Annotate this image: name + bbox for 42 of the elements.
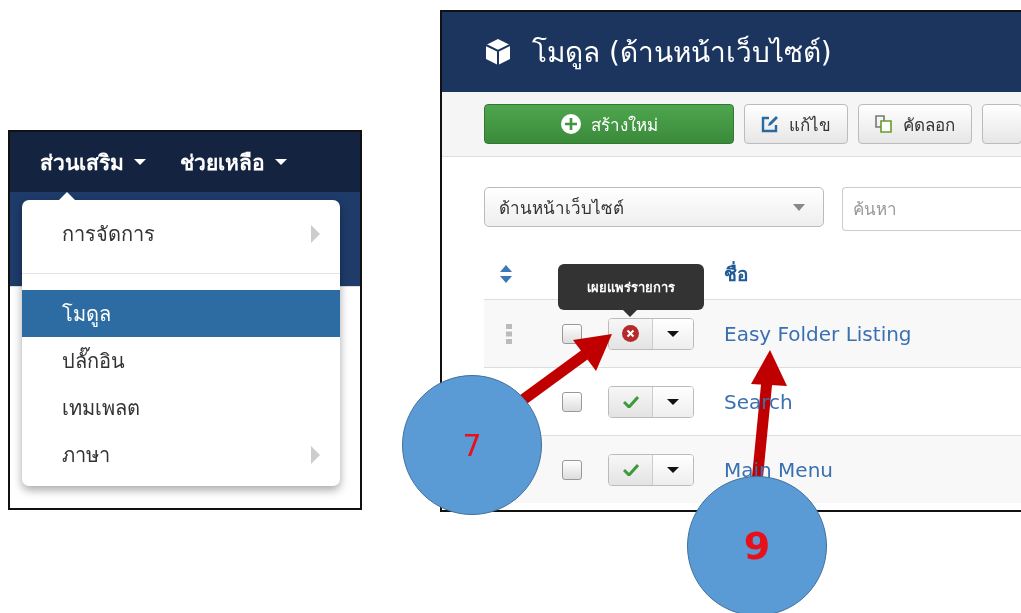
step-number-circle: 7 (402, 375, 542, 515)
menu-item[interactable]: เทมเพลต (22, 384, 340, 431)
copy-button[interactable]: คัดลอก (858, 104, 972, 144)
actions-dropdown[interactable] (653, 386, 693, 417)
check-icon (622, 395, 639, 408)
status-toggle[interactable] (609, 454, 653, 485)
column-header[interactable]: ชื่อ (724, 259, 1021, 289)
menu-item[interactable]: ภาษา (22, 431, 340, 478)
nav-menu[interactable]: ส่วนเสริม (40, 145, 146, 179)
menu-item[interactable]: ปลั๊กอิน (22, 337, 340, 384)
sort-icon[interactable] (500, 265, 512, 283)
nav-menu[interactable]: ช่วยเหลือ (180, 145, 287, 179)
caret-icon (667, 466, 679, 473)
caret-icon (667, 330, 679, 337)
client-select[interactable]: ด้านหน้าเว็บไซต์ (484, 187, 824, 227)
status-toggle[interactable] (609, 386, 653, 417)
x-circle-icon (622, 325, 639, 342)
row-checkbox[interactable] (562, 459, 582, 480)
step-number-circle: 9 (687, 476, 827, 613)
search-field[interactable]: ค้นหา (842, 187, 1021, 231)
check-icon (622, 463, 639, 476)
caret-icon (134, 159, 146, 165)
caret-icon (275, 159, 287, 165)
menu-item[interactable]: การจัดการ (22, 210, 340, 257)
row-checkbox[interactable] (562, 323, 582, 344)
tooltip: เผยแพร่รายการ (558, 264, 704, 310)
plus-circle-icon (560, 114, 581, 134)
page-title: โมดูล (ด้านหน้าเว็บไซต์) (532, 34, 832, 72)
row-checkbox[interactable] (562, 391, 582, 412)
edit-icon (761, 115, 779, 133)
cube-icon (484, 38, 512, 66)
dropdown-arrow-icon (793, 203, 805, 211)
edit-button[interactable]: แก้ไข (744, 104, 848, 144)
caret-icon (667, 398, 679, 405)
status-toggle[interactable] (609, 318, 653, 349)
drag-handle-icon[interactable] (506, 323, 512, 344)
actions-dropdown[interactable] (653, 318, 693, 349)
copy-icon (875, 115, 893, 133)
menu-item[interactable]: โมดูล (22, 290, 340, 337)
actions-dropdown[interactable] (653, 454, 693, 485)
tooltip-pointer (623, 310, 637, 317)
new-button[interactable]: สร้างใหม่ (484, 104, 734, 144)
